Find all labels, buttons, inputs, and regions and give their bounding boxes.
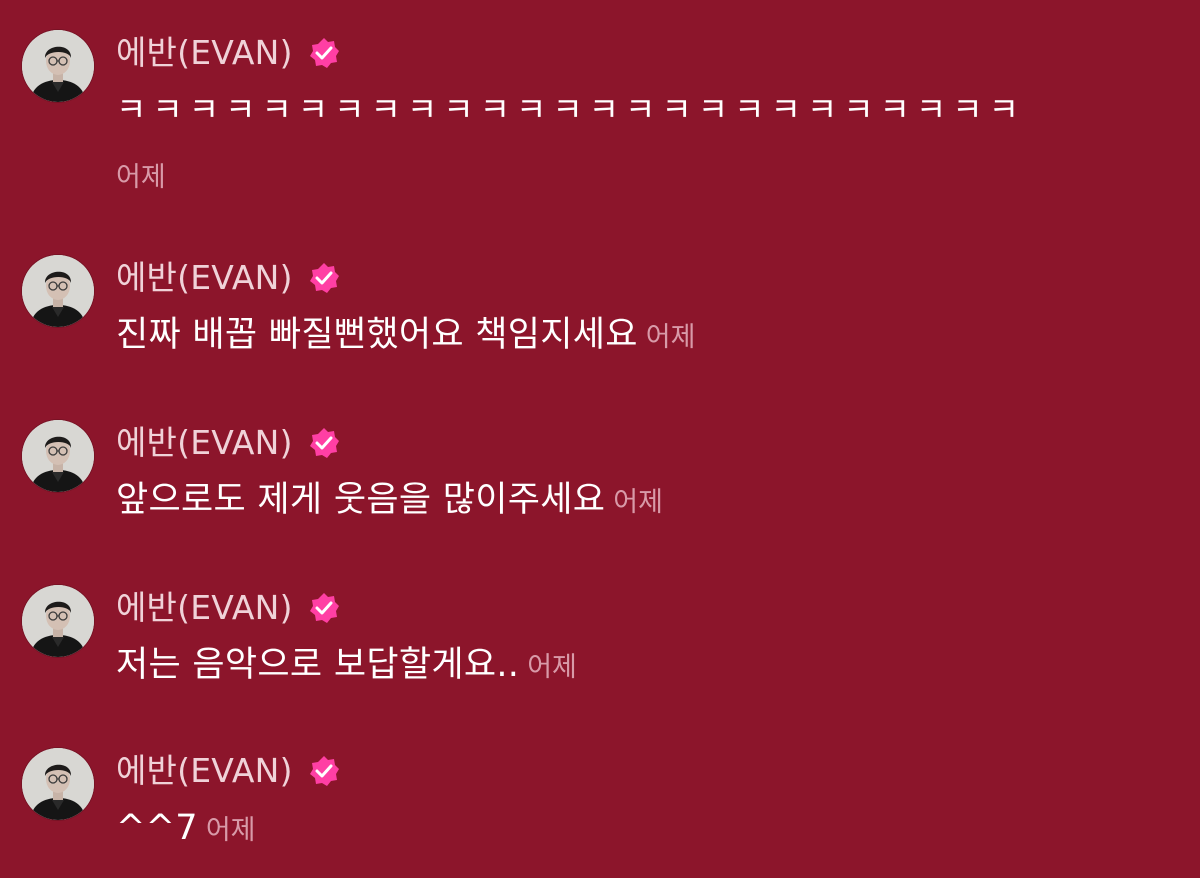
sender-name[interactable]: 에반(EVAN)	[116, 585, 293, 631]
chat-message: 에반(EVAN) 저는 음악으로 보답할게요.. 어제	[0, 555, 1200, 715]
message-body: 저는 음악으로 보답할게요.. 어제	[116, 639, 577, 694]
sender-row: 에반(EVAN)	[116, 748, 341, 794]
avatar[interactable]	[22, 255, 94, 327]
message-text: 앞으로도 제게 웃음을 많이주세요	[116, 480, 606, 520]
sender-row: 에반(EVAN)	[116, 585, 341, 631]
message-timestamp: 어제	[205, 815, 256, 846]
chat-message-list: 에반(EVAN) ㅋㅋㅋㅋㅋㅋㅋㅋㅋㅋㅋㅋㅋㅋㅋㅋㅋㅋㅋㅋㅋㅋㅋㅋㅋ 어제 에반…	[0, 0, 1200, 875]
sender-name[interactable]: 에반(EVAN)	[116, 255, 293, 301]
verified-badge-icon	[307, 36, 341, 70]
chat-message: 에반(EVAN) 앞으로도 제게 웃음을 많이주세요 어제	[0, 390, 1200, 550]
sender-name[interactable]: 에반(EVAN)	[116, 420, 293, 466]
profile-photo-icon	[22, 748, 94, 820]
verified-badge-icon	[307, 261, 341, 295]
verified-badge-icon	[307, 591, 341, 625]
avatar[interactable]	[22, 30, 94, 102]
profile-photo-icon	[22, 255, 94, 327]
message-text: ㅋㅋㅋㅋㅋㅋㅋㅋㅋㅋㅋㅋㅋㅋㅋㅋㅋㅋㅋㅋㅋㅋㅋㅋㅋ	[116, 90, 1025, 129]
sender-name[interactable]: 에반(EVAN)	[116, 748, 293, 794]
chat-message: 에반(EVAN) ^^7 어제	[0, 718, 1200, 878]
message-body: 앞으로도 제게 웃음을 많이주세요 어제	[116, 474, 663, 529]
avatar[interactable]	[22, 420, 94, 492]
message-timestamp: 어제	[116, 162, 166, 193]
avatar[interactable]	[22, 748, 94, 820]
profile-photo-icon	[22, 585, 94, 657]
sender-row: 에반(EVAN)	[116, 420, 341, 466]
sender-name[interactable]: 에반(EVAN)	[116, 30, 293, 76]
chat-message: 에반(EVAN) 진짜 배꼽 빠질뻔했어요 책임지세요 어제	[0, 225, 1200, 385]
profile-photo-icon	[22, 420, 94, 492]
avatar[interactable]	[22, 585, 94, 657]
message-timestamp: 어제	[613, 487, 663, 518]
message-timestamp: 어제	[645, 322, 696, 353]
message-timestamp: 어제	[527, 652, 577, 683]
message-body: ㅋㅋㅋㅋㅋㅋㅋㅋㅋㅋㅋㅋㅋㅋㅋㅋㅋㅋㅋㅋㅋㅋㅋㅋㅋ	[116, 84, 1025, 136]
verified-badge-icon	[307, 426, 341, 460]
message-text: 진짜 배꼽 빠질뻔했어요 책임지세요	[116, 315, 638, 355]
message-body: 진짜 배꼽 빠질뻔했어요 책임지세요 어제	[116, 309, 695, 364]
profile-photo-icon	[22, 30, 94, 102]
message-body: ^^7 어제	[116, 802, 256, 857]
sender-row: 에반(EVAN)	[116, 30, 341, 76]
chat-message: 에반(EVAN) ㅋㅋㅋㅋㅋㅋㅋㅋㅋㅋㅋㅋㅋㅋㅋㅋㅋㅋㅋㅋㅋㅋㅋㅋㅋ 어제	[0, 0, 1200, 193]
verified-badge-icon	[307, 754, 341, 788]
message-text: ^^7	[116, 808, 198, 848]
sender-row: 에반(EVAN)	[116, 255, 341, 301]
message-text: 저는 음악으로 보답할게요..	[116, 645, 520, 685]
